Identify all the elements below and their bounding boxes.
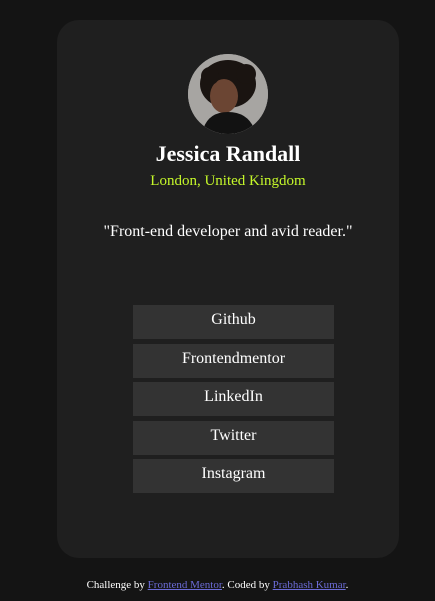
profile-location: London, United Kingdom (150, 173, 306, 189)
avatar (188, 54, 268, 134)
link-github-button[interactable]: Github (133, 305, 334, 339)
attribution-footer: Challenge by Frontend Mentor. Coded by P… (0, 578, 435, 592)
link-linkedin-button[interactable]: LinkedIn (133, 382, 334, 416)
author-link[interactable]: Prabhash Kumar (273, 579, 346, 591)
footer-middle: . Coded by (221, 579, 273, 591)
frontend-mentor-link[interactable]: Frontend Mentor (148, 579, 222, 591)
profile-name: Jessica Randall (155, 141, 301, 166)
profile-bio: "Front-end developer and avid reader." (103, 223, 353, 240)
link-twitter-button[interactable]: Twitter (133, 420, 334, 455)
link-instagram-button[interactable]: Instagram (133, 459, 334, 493)
profile-card: Jessica Randall London, United Kingdom "… (57, 20, 399, 558)
social-links: Github Frontendmentor LinkedIn Twitter I… (133, 305, 334, 498)
avatar-image (188, 54, 268, 134)
footer-suffix: . (345, 579, 349, 591)
footer-prefix: Challenge by (86, 579, 148, 591)
link-frontendmentor-button[interactable]: Frontendmentor (133, 343, 334, 378)
